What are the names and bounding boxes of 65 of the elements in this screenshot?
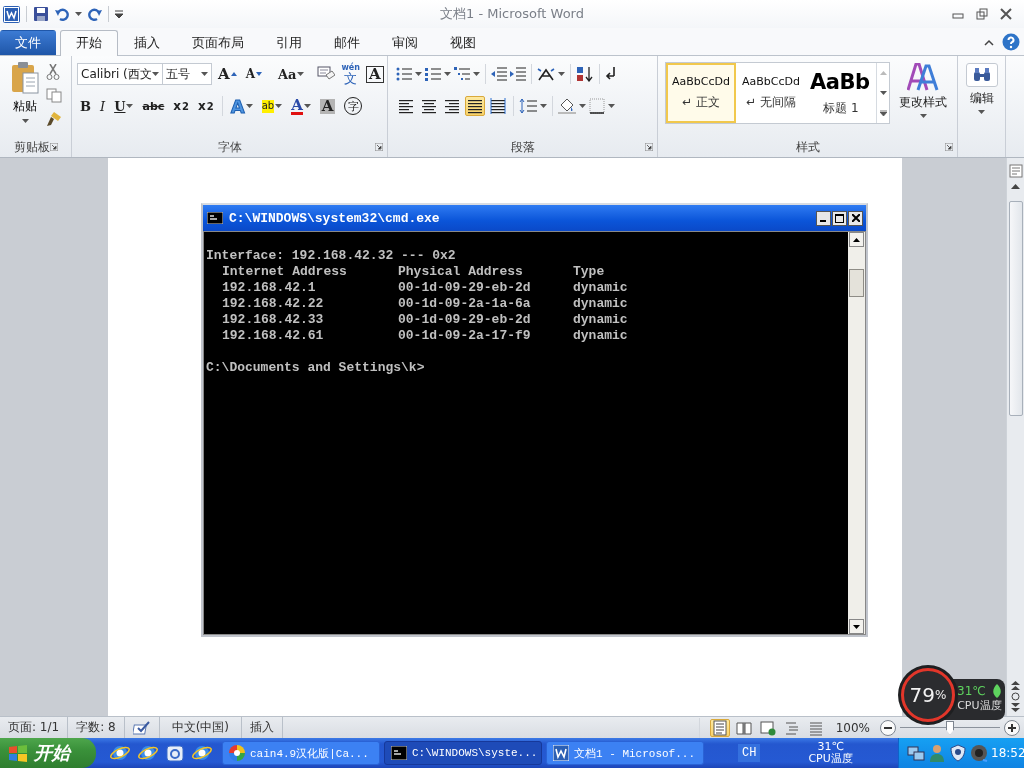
change-case-button[interactable]: Aa: [274, 65, 308, 83]
font-name-field[interactable]: Calibri (西文: [77, 63, 163, 85]
character-border-button[interactable]: A: [366, 65, 384, 83]
taskbar-button[interactable]: cain4.9汉化版|Ca...: [222, 741, 380, 765]
ribbon-tab[interactable]: 页面布局: [176, 30, 260, 55]
strikethrough-button[interactable]: abc: [139, 97, 168, 115]
start-button[interactable]: 开始: [0, 738, 96, 768]
paste-button[interactable]: 粘贴: [4, 60, 46, 137]
table-cell-text: 00-1d-09-2a-1a-6a: [398, 296, 532, 312]
table-cell-text: 192.168.42.33: [222, 312, 325, 328]
language-indicator[interactable]: 中文(中国): [171, 719, 230, 736]
cpu-temperature: 31℃: [957, 683, 986, 698]
column-header: Internet Address: [222, 264, 348, 280]
table-cell-text: dynamic: [573, 312, 629, 328]
console-prompt: C:\Documents and Settings\k>: [206, 360, 425, 375]
phonetic-guide-button[interactable]: wén 文: [338, 62, 363, 86]
table-cell-text: dynamic: [573, 296, 629, 312]
table-cell-text: 192.168.42.22: [222, 296, 325, 312]
ribbon-tab[interactable]: 引用: [260, 30, 318, 55]
group-label: 段落: [510, 138, 535, 156]
change-styles-button[interactable]: 更改样式: [894, 60, 952, 137]
editing-button[interactable]: 编辑: [960, 60, 1003, 157]
input-method-indicator[interactable]: CH: [738, 744, 761, 762]
taskbar-button[interactable]: C:\WINDOWS\syste...: [384, 741, 542, 765]
page-count[interactable]: 页面: 1/1: [8, 719, 60, 736]
cpu-label: CPU温度: [957, 697, 1002, 713]
grow-font-button[interactable]: A: [215, 64, 240, 84]
group-label: 字体: [217, 138, 242, 156]
cpu-temperature: 31℃: [817, 741, 844, 753]
table-cell-text: 00-1d-09-29-eb-2d: [398, 312, 532, 328]
ribbon-tab[interactable]: 邮件: [318, 30, 376, 55]
table-cell-text: dynamic: [573, 328, 629, 344]
style-option[interactable]: AaBbCcDd ↵ 无间隔: [736, 63, 806, 123]
ribbon-tab[interactable]: 插入: [118, 30, 176, 55]
console-title: C:\WINDOWS\system32\cmd.exe: [229, 210, 440, 226]
column-header: Type: [573, 264, 606, 280]
column-header: Physical Address: [398, 264, 524, 280]
insert-mode-indicator[interactable]: 插入: [250, 719, 275, 736]
underline-button[interactable]: U: [111, 96, 137, 116]
ribbon-tab[interactable]: 开始: [60, 30, 118, 56]
zoom-level[interactable]: 100%: [829, 720, 876, 735]
shrink-font-button[interactable]: A: [242, 66, 265, 82]
taskbar-button[interactable]: 文档1 - Microsof...: [546, 741, 704, 765]
table-cell-text: dynamic: [573, 280, 629, 296]
window-title: 文档1 - Microsoft Word: [440, 6, 584, 21]
ribbon-tab[interactable]: 审阅: [376, 30, 434, 55]
group-label: 样式: [795, 138, 820, 156]
style-option[interactable]: AaBbCcDd ↵ 正文: [666, 63, 736, 123]
group-label: 剪贴板: [13, 138, 50, 156]
table-cell-text: 192.168.42.1: [222, 280, 317, 296]
table-cell-text: 00-1d-09-29-eb-2d: [398, 280, 532, 296]
font-size-field[interactable]: 五号: [162, 63, 212, 85]
table-cell-text: 192.168.42.61: [222, 328, 325, 344]
style-option[interactable]: AaBb 标题 1: [806, 63, 876, 123]
word-count[interactable]: 字数: 8: [76, 719, 116, 736]
font-color-button[interactable]: A: [288, 95, 314, 117]
italic-button[interactable]: I: [97, 96, 109, 116]
cpu-usage-gauge: 79%: [901, 668, 955, 722]
ribbon-tab[interactable]: 视图: [434, 30, 492, 55]
cpu-label: CPU温度: [808, 753, 853, 765]
highlight-button[interactable]: ab: [258, 97, 286, 115]
console-line: Interface: 192.168.42.32 --- 0x2: [206, 248, 456, 263]
file-menu-tab[interactable]: 文件: [0, 30, 56, 55]
bold-button[interactable]: B: [77, 97, 94, 115]
table-cell-text: 00-1d-09-2a-17-f9: [398, 328, 532, 344]
